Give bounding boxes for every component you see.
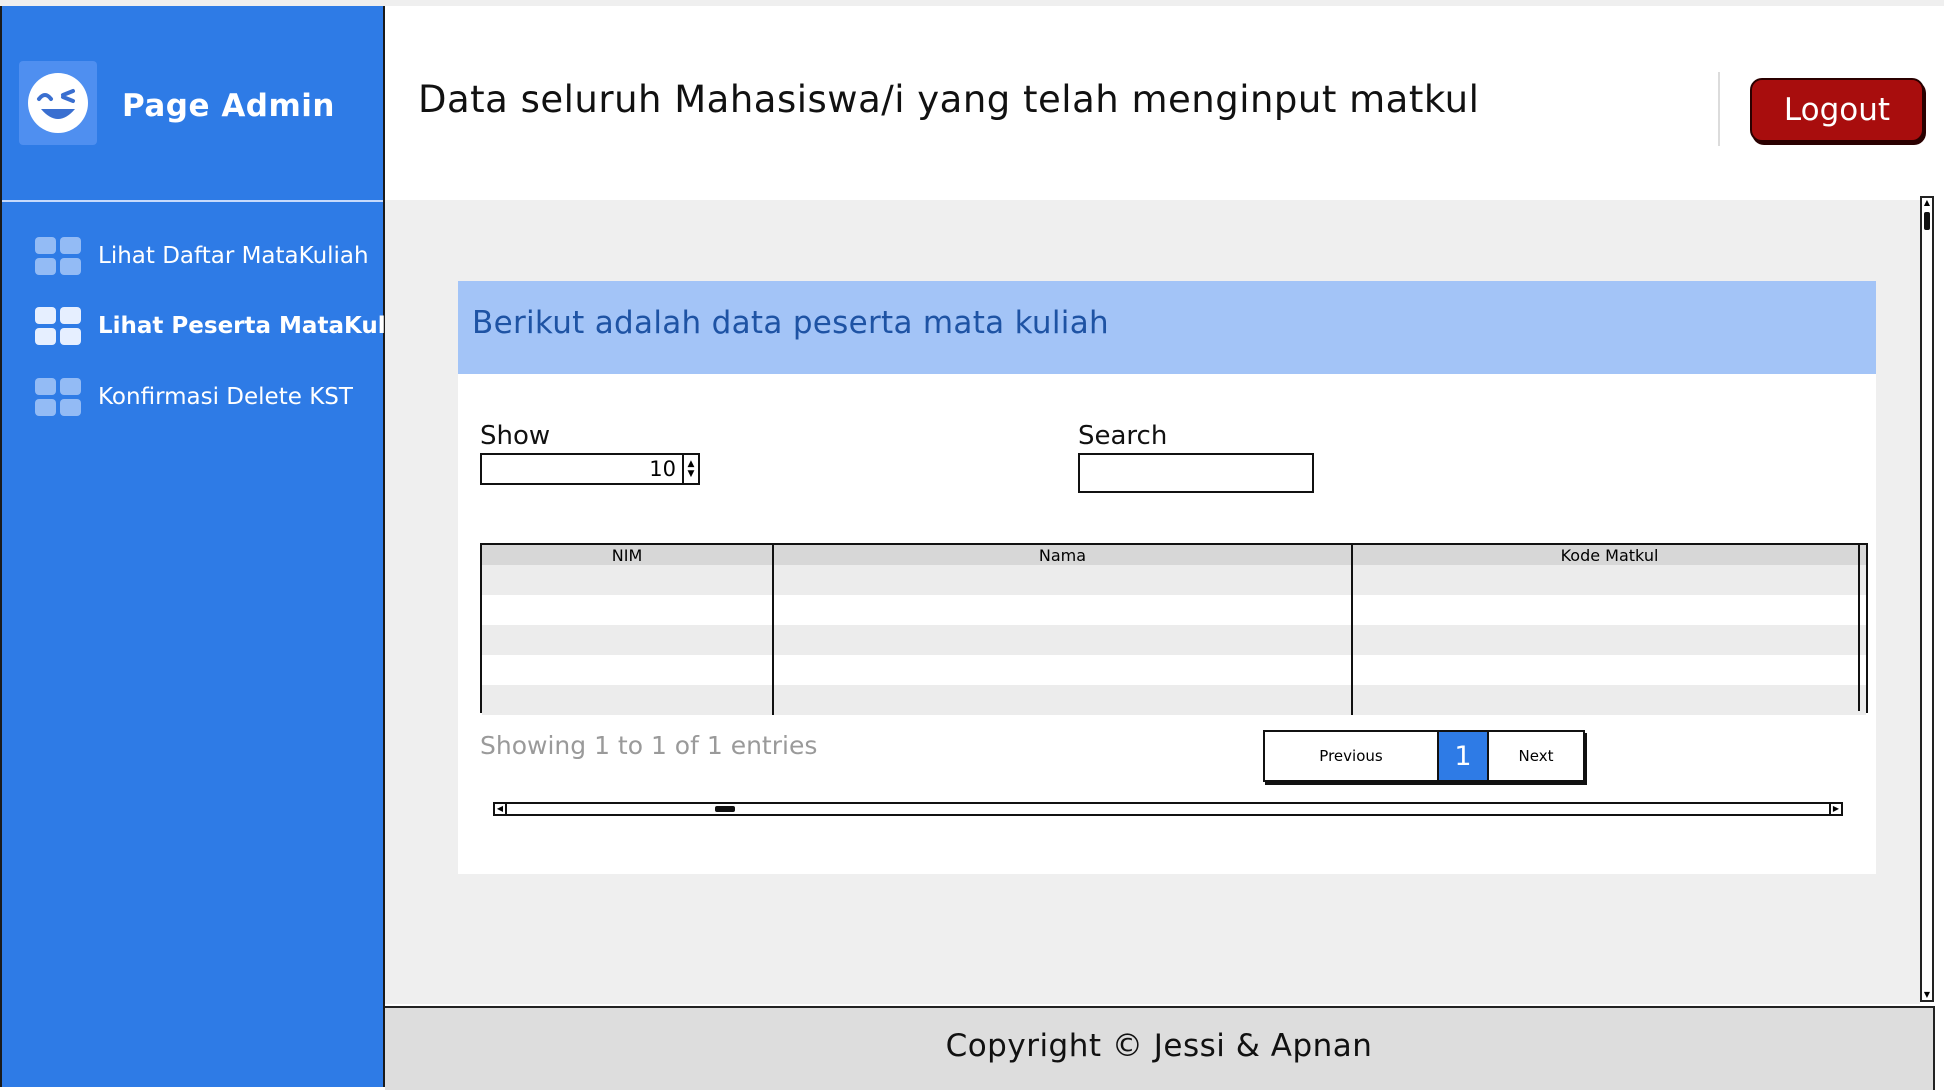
sidebar-item-label: Lihat Peserta MataKuliah [98, 313, 426, 339]
search-input[interactable] [1078, 453, 1314, 493]
column-header-nama[interactable]: Nama [773, 545, 1353, 565]
grid-icon [35, 307, 81, 345]
table-row [482, 565, 1866, 595]
entries-per-page-value: 10 [649, 457, 676, 481]
previous-button[interactable]: Previous [1263, 730, 1439, 782]
scroll-down-icon[interactable]: ▼ [1923, 991, 1931, 999]
table-row [482, 595, 1866, 625]
data-table: NIM Nama Kode Matkul [480, 543, 1868, 715]
entries-per-page-stepper[interactable]: 10 ▲ ▼ [480, 453, 700, 485]
next-button[interactable]: Next [1489, 730, 1585, 782]
scroll-up-icon[interactable]: ▲ [1923, 199, 1931, 207]
sidebar-item-label: Konfirmasi Delete KST [98, 384, 353, 410]
stepper-arrows-icon[interactable]: ▲ ▼ [682, 455, 698, 483]
column-header-nim[interactable]: NIM [482, 545, 774, 565]
sidebar: Page Admin Lihat Daftar MataKuliah Lihat… [0, 6, 425, 1087]
sidebar-item-lihat-daftar-matakuliah[interactable]: Lihat Daftar MataKuliah [35, 236, 385, 276]
grid-icon [35, 378, 81, 416]
panel-header: Berikut adalah data peserta mata kuliah [458, 281, 1876, 374]
sidebar-item-lihat-peserta-matakuliah[interactable]: Lihat Peserta MataKuliah [35, 306, 425, 346]
header-divider [1718, 72, 1720, 146]
sidebar-item-label: Lihat Daftar MataKuliah [98, 243, 369, 269]
table-header-row: NIM Nama Kode Matkul [482, 545, 1866, 565]
app-title: Page Admin [122, 88, 335, 124]
vertical-scrollbar[interactable]: ▲ ▼ [1920, 196, 1934, 1002]
scroll-thumb[interactable] [715, 806, 735, 812]
table-edge [1858, 545, 1860, 711]
showing-entries-text: Showing 1 to 1 of 1 entries [480, 731, 818, 760]
panel-title: Berikut adalah data peserta mata kuliah [472, 305, 1109, 341]
sidebar-item-konfirmasi-delete-kst[interactable]: Konfirmasi Delete KST [35, 377, 385, 417]
logo [19, 61, 97, 145]
footer: Copyright © Jessi & Apnan [385, 1006, 1935, 1090]
logout-button[interactable]: Logout [1750, 78, 1924, 142]
table-row [482, 625, 1866, 655]
pagination: Previous 1 Next [1263, 730, 1585, 782]
copyright-text: Copyright © Jessi & Apnan [945, 1028, 1373, 1064]
scroll-left-icon[interactable]: ◀ [495, 804, 507, 814]
column-header-kode-matkul[interactable]: Kode Matkul [1352, 545, 1866, 565]
data-panel: Berikut adalah data peserta mata kuliah … [458, 281, 1876, 874]
grid-icon [35, 237, 81, 275]
table-row [482, 685, 1866, 715]
horizontal-scrollbar[interactable]: ◀ ▶ [493, 802, 1843, 816]
scroll-right-icon[interactable]: ▶ [1829, 804, 1841, 814]
sidebar-header: Page Admin [2, 6, 383, 202]
smiley-wink-icon [28, 73, 88, 133]
search-label: Search [1078, 421, 1168, 451]
page-1-button[interactable]: 1 [1439, 730, 1489, 782]
show-label: Show [480, 421, 551, 451]
table-row [482, 655, 1866, 685]
page-title: Data seluruh Mahasiswa/i yang telah meng… [418, 78, 1480, 121]
scroll-thumb[interactable] [1924, 212, 1930, 230]
